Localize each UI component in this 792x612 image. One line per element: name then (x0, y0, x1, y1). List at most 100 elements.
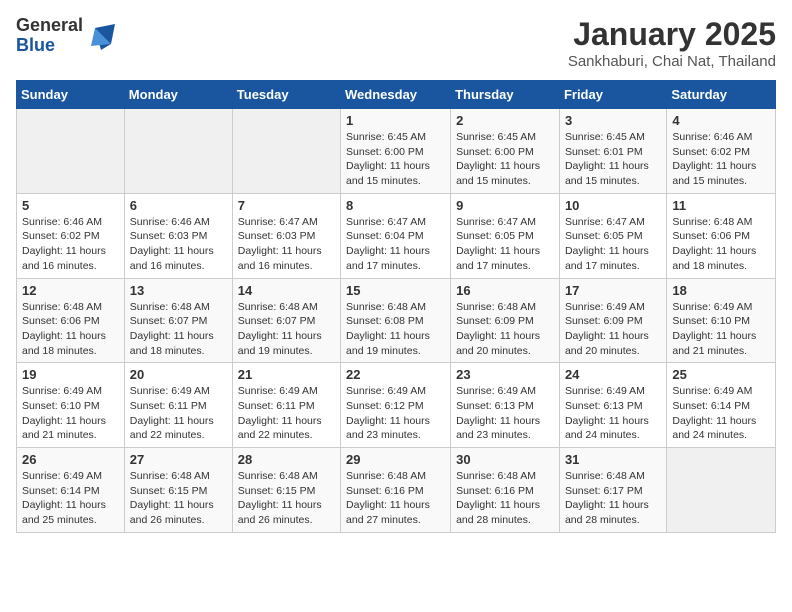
day-info: Sunrise: 6:48 AM Sunset: 6:08 PM Dayligh… (346, 300, 445, 359)
calendar-cell: 20Sunrise: 6:49 AM Sunset: 6:11 PM Dayli… (124, 363, 232, 448)
calendar-week-3: 12 Sunrise: 6:48 AM Sunset: 6:06 PM Dayli… (17, 278, 776, 363)
calendar-cell (232, 109, 340, 194)
calendar-cell: 31 Sunrise: 6:48 AM Sunset: 6:17 PM Dayli… (559, 448, 666, 533)
day-number: 2 (456, 113, 554, 128)
day-info: Sunrise: 6:49 AM Sunset: 6:09 PM Dayligh… (565, 300, 661, 359)
weekday-header-wednesday: Wednesday (341, 81, 451, 109)
logo-icon (87, 22, 115, 50)
day-info: Sunrise: 6:45 AM Sunset: 6:00 PM Dayligh… (456, 130, 554, 189)
day-number: 26 (22, 452, 119, 467)
calendar-cell: 17Sunrise: 6:49 AM Sunset: 6:09 PM Dayli… (559, 278, 666, 363)
calendar-cell: 12 Sunrise: 6:48 AM Sunset: 6:06 PM Dayli… (17, 278, 125, 363)
day-number: 19 (22, 367, 119, 382)
day-number: 25 (672, 367, 770, 382)
day-number: 6 (130, 198, 227, 213)
day-number: 14 (238, 283, 335, 298)
calendar-cell: 1 Sunrise: 6:45 AM Sunset: 6:00 PM Daylig… (341, 109, 451, 194)
weekday-header-tuesday: Tuesday (232, 81, 340, 109)
day-info: Sunrise: 6:48 AM Sunset: 6:15 PM Dayligh… (130, 469, 227, 528)
day-info: Sunrise: 6:46 AM Sunset: 6:02 PM Dayligh… (22, 215, 119, 274)
day-info: Sunrise: 6:48 AM Sunset: 6:16 PM Dayligh… (456, 469, 554, 528)
day-number: 22 (346, 367, 445, 382)
calendar-cell: 24 Sunrise: 6:49 AM Sunset: 6:13 PM Dayli… (559, 363, 666, 448)
calendar-cell: 8Sunrise: 6:47 AM Sunset: 6:04 PM Daylig… (341, 193, 451, 278)
weekday-header-sunday: Sunday (17, 81, 125, 109)
day-info: Sunrise: 6:45 AM Sunset: 6:00 PM Dayligh… (346, 130, 445, 189)
day-number: 15 (346, 283, 445, 298)
day-info: Sunrise: 6:49 AM Sunset: 6:13 PM Dayligh… (456, 384, 554, 443)
calendar-cell: 16Sunrise: 6:48 AM Sunset: 6:09 PM Dayli… (451, 278, 560, 363)
day-info: Sunrise: 6:48 AM Sunset: 6:06 PM Dayligh… (22, 300, 119, 359)
calendar-cell (17, 109, 125, 194)
calendar-cell: 14 Sunrise: 6:48 AM Sunset: 6:07 PM Dayli… (232, 278, 340, 363)
day-number: 10 (565, 198, 661, 213)
title-block: January 2025 Sankhaburi, Chai Nat, Thail… (568, 16, 776, 70)
day-number: 13 (130, 283, 227, 298)
calendar-cell: 18 Sunrise: 6:49 AM Sunset: 6:10 PM Dayli… (667, 278, 776, 363)
weekday-header-friday: Friday (559, 81, 666, 109)
day-number: 18 (672, 283, 770, 298)
calendar-cell: 29 Sunrise: 6:48 AM Sunset: 6:16 PM Dayli… (341, 448, 451, 533)
day-info: Sunrise: 6:46 AM Sunset: 6:03 PM Dayligh… (130, 215, 227, 274)
calendar-cell: 5Sunrise: 6:46 AM Sunset: 6:02 PM Daylig… (17, 193, 125, 278)
day-info: Sunrise: 6:48 AM Sunset: 6:07 PM Dayligh… (238, 300, 335, 359)
day-info: Sunrise: 6:47 AM Sunset: 6:05 PM Dayligh… (456, 215, 554, 274)
calendar-cell: 2 Sunrise: 6:45 AM Sunset: 6:00 PM Daylig… (451, 109, 560, 194)
calendar-header-row: SundayMondayTuesdayWednesdayThursdayFrid… (17, 81, 776, 109)
weekday-header-saturday: Saturday (667, 81, 776, 109)
day-info: Sunrise: 6:48 AM Sunset: 6:07 PM Dayligh… (130, 300, 227, 359)
calendar-cell (124, 109, 232, 194)
page-header: General Blue January 2025 Sankhaburi, Ch… (16, 16, 776, 70)
day-number: 1 (346, 113, 445, 128)
calendar-cell: 9 Sunrise: 6:47 AM Sunset: 6:05 PM Daylig… (451, 193, 560, 278)
day-number: 27 (130, 452, 227, 467)
logo-general-text: General (16, 16, 83, 36)
day-info: Sunrise: 6:48 AM Sunset: 6:15 PM Dayligh… (238, 469, 335, 528)
day-info: Sunrise: 6:46 AM Sunset: 6:02 PM Dayligh… (672, 130, 770, 189)
calendar-cell: 7 Sunrise: 6:47 AM Sunset: 6:03 PM Daylig… (232, 193, 340, 278)
day-info: Sunrise: 6:49 AM Sunset: 6:12 PM Dayligh… (346, 384, 445, 443)
calendar-cell: 30Sunrise: 6:48 AM Sunset: 6:16 PM Dayli… (451, 448, 560, 533)
logo: General Blue (16, 16, 115, 56)
calendar-cell (667, 448, 776, 533)
day-info: Sunrise: 6:48 AM Sunset: 6:17 PM Dayligh… (565, 469, 661, 528)
day-info: Sunrise: 6:49 AM Sunset: 6:11 PM Dayligh… (130, 384, 227, 443)
day-number: 16 (456, 283, 554, 298)
month-title: January 2025 (568, 16, 776, 53)
day-number: 29 (346, 452, 445, 467)
calendar-cell: 4 Sunrise: 6:46 AM Sunset: 6:02 PM Daylig… (667, 109, 776, 194)
day-info: Sunrise: 6:48 AM Sunset: 6:16 PM Dayligh… (346, 469, 445, 528)
day-number: 21 (238, 367, 335, 382)
day-info: Sunrise: 6:49 AM Sunset: 6:13 PM Dayligh… (565, 384, 661, 443)
weekday-header-monday: Monday (124, 81, 232, 109)
calendar-cell: 11 Sunrise: 6:48 AM Sunset: 6:06 PM Dayli… (667, 193, 776, 278)
calendar-week-1: 1 Sunrise: 6:45 AM Sunset: 6:00 PM Daylig… (17, 109, 776, 194)
day-number: 11 (672, 198, 770, 213)
day-info: Sunrise: 6:49 AM Sunset: 6:14 PM Dayligh… (672, 384, 770, 443)
logo-blue-text: Blue (16, 36, 83, 56)
calendar-week-4: 19 Sunrise: 6:49 AM Sunset: 6:10 PM Dayli… (17, 363, 776, 448)
day-number: 7 (238, 198, 335, 213)
day-number: 4 (672, 113, 770, 128)
calendar-week-2: 5Sunrise: 6:46 AM Sunset: 6:02 PM Daylig… (17, 193, 776, 278)
calendar-cell: 19 Sunrise: 6:49 AM Sunset: 6:10 PM Dayli… (17, 363, 125, 448)
day-info: Sunrise: 6:47 AM Sunset: 6:04 PM Dayligh… (346, 215, 445, 274)
day-info: Sunrise: 6:48 AM Sunset: 6:06 PM Dayligh… (672, 215, 770, 274)
day-info: Sunrise: 6:49 AM Sunset: 6:10 PM Dayligh… (672, 300, 770, 359)
calendar-cell: 27 Sunrise: 6:48 AM Sunset: 6:15 PM Dayli… (124, 448, 232, 533)
calendar-cell: 26Sunrise: 6:49 AM Sunset: 6:14 PM Dayli… (17, 448, 125, 533)
day-info: Sunrise: 6:47 AM Sunset: 6:05 PM Dayligh… (565, 215, 661, 274)
calendar-table: SundayMondayTuesdayWednesdayThursdayFrid… (16, 80, 776, 533)
day-info: Sunrise: 6:47 AM Sunset: 6:03 PM Dayligh… (238, 215, 335, 274)
day-number: 31 (565, 452, 661, 467)
day-info: Sunrise: 6:49 AM Sunset: 6:10 PM Dayligh… (22, 384, 119, 443)
calendar-cell: 21Sunrise: 6:49 AM Sunset: 6:11 PM Dayli… (232, 363, 340, 448)
day-number: 24 (565, 367, 661, 382)
calendar-cell: 10 Sunrise: 6:47 AM Sunset: 6:05 PM Dayli… (559, 193, 666, 278)
day-number: 12 (22, 283, 119, 298)
calendar-cell: 22 Sunrise: 6:49 AM Sunset: 6:12 PM Dayli… (341, 363, 451, 448)
calendar-week-5: 26Sunrise: 6:49 AM Sunset: 6:14 PM Dayli… (17, 448, 776, 533)
calendar-cell: 3Sunrise: 6:45 AM Sunset: 6:01 PM Daylig… (559, 109, 666, 194)
day-number: 9 (456, 198, 554, 213)
calendar-cell: 28Sunrise: 6:48 AM Sunset: 6:15 PM Dayli… (232, 448, 340, 533)
